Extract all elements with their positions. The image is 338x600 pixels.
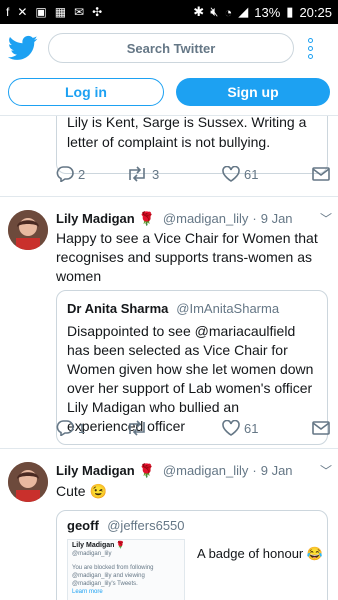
wifi-icon: ◔ [224,4,233,20]
auth-bar: Log in Sign up [0,72,338,116]
author-handle[interactable]: @madigan_lily [163,211,248,226]
like-count: 61 [244,420,259,436]
author-name[interactable]: Lily Madigan [56,463,135,478]
card-name: Lily Madigan 🌹 [72,542,126,549]
facebook-icon: f [6,5,10,19]
tweet-actions: 1 61 [56,418,332,438]
reply-button[interactable]: 2 [56,166,126,182]
retweet-count: 3 [152,166,160,182]
notification-icons: f ✕ ▣ ▦ ✉ ✣ [6,5,102,19]
mail-icon: ✉ [74,5,85,19]
login-button[interactable]: Log in [8,78,164,106]
card-text: You are blocked from following @madigan_… [72,565,154,587]
like-button[interactable]: 61 [222,420,312,436]
card-learn-more: Learn more [72,589,103,595]
author-name[interactable]: Lily Madigan [56,211,135,226]
avatar-image [8,462,48,502]
gallery-icon: ▣ [35,5,47,19]
like-count: 61 [244,166,259,182]
dm-button[interactable] [312,167,330,181]
tweet-header: Lily Madigan 🌹 @madigan_lily · 9 Jan ﹀ [56,462,332,479]
tweet-date[interactable]: 9 Jan [261,211,293,226]
battery-icon: ▮ [286,4,294,19]
separator-dot: · [252,211,257,226]
divider [0,196,338,197]
separator-dot: · [252,463,257,478]
more-options-icon[interactable] [308,37,313,59]
retweet-icon [129,166,145,182]
chevron-down-icon[interactable]: ﹀ [320,462,332,479]
dm-button[interactable] [312,421,330,435]
quoted-tweet-text: A badge of honour 😂 [197,546,324,561]
quoted-author-handle: @ImAnitaSharma [176,301,280,316]
retweet-button[interactable]: 3 [126,166,222,182]
rose-emoji: 🌹 [138,462,155,478]
signup-button[interactable]: Sign up [176,78,330,106]
dots-icon: ✣ [92,5,103,19]
bluetooth-icon: ✱ [193,4,205,19]
card-handle: @madigan_lily [72,551,112,557]
tweet-header: Lily Madigan 🌹 @madigan_lily · 9 Jan ﹀ [56,210,332,227]
reply-count: 1 [78,420,86,436]
signal-icon: ◢ [238,4,249,19]
retweet-button[interactable] [126,420,222,436]
tweet-text: Cute 😉 [56,483,107,499]
quoted-tweet[interactable]: geoff @jeffers6550 Lily Madigan 🌹 @madig… [56,510,328,600]
battery-percent: 13% [254,4,281,20]
search-input[interactable]: Search Twitter [48,33,294,63]
quoted-tweet-text: Lily is Kent, Sarge is Sussex. Writing a… [67,116,307,150]
reply-icon [56,420,74,436]
reply-button[interactable]: 1 [56,420,126,436]
like-button[interactable]: 61 [222,166,312,182]
status-bar: f ✕ ▣ ▦ ✉ ✣ ✱ 🔇︎ ◔ ◢ 13% ▮ 20:25 [0,0,338,24]
heart-icon [222,420,240,436]
quoted-author-name: geoff [67,518,99,533]
author-handle[interactable]: @madigan_lily [163,463,248,478]
quoted-author-name: Dr Anita Sharma [67,301,169,316]
tweet-text: Happy to see a Vice Chair for Women that… [56,230,318,284]
retweet-icon [129,420,145,436]
rose-emoji: 🌹 [138,210,155,226]
image-icon: ▦ [54,5,67,19]
quoted-screenshot: Lily Madigan 🌹 @madigan_lily You are blo… [67,539,185,600]
timeline[interactable]: Lily is Kent, Sarge is Sussex. Writing a… [0,116,338,600]
divider [0,448,338,449]
tweet-actions: 2 3 61 [56,164,332,184]
tweet-date[interactable]: 9 Jan [261,463,293,478]
reply-count: 2 [78,166,86,182]
clock: 20:25 [299,4,332,20]
avatar-image [8,210,48,250]
chevron-down-icon[interactable]: ﹀ [320,210,332,227]
reply-icon [56,166,74,182]
heart-icon [222,166,240,182]
envelope-icon [312,167,330,181]
system-icons: ✱ 🔇︎ ◔ ◢ 13% ▮ 20:25 [193,4,332,20]
quoted-author-handle: @jeffers6550 [107,518,185,533]
avatar[interactable] [8,210,48,250]
envelope-icon [312,421,330,435]
missed-call-icon: ✕ [17,5,28,19]
avatar[interactable] [8,462,48,502]
mute-icon: 🔇︎ [210,4,219,19]
top-bar: Search Twitter [0,24,338,72]
twitter-bird-icon[interactable] [8,33,38,63]
